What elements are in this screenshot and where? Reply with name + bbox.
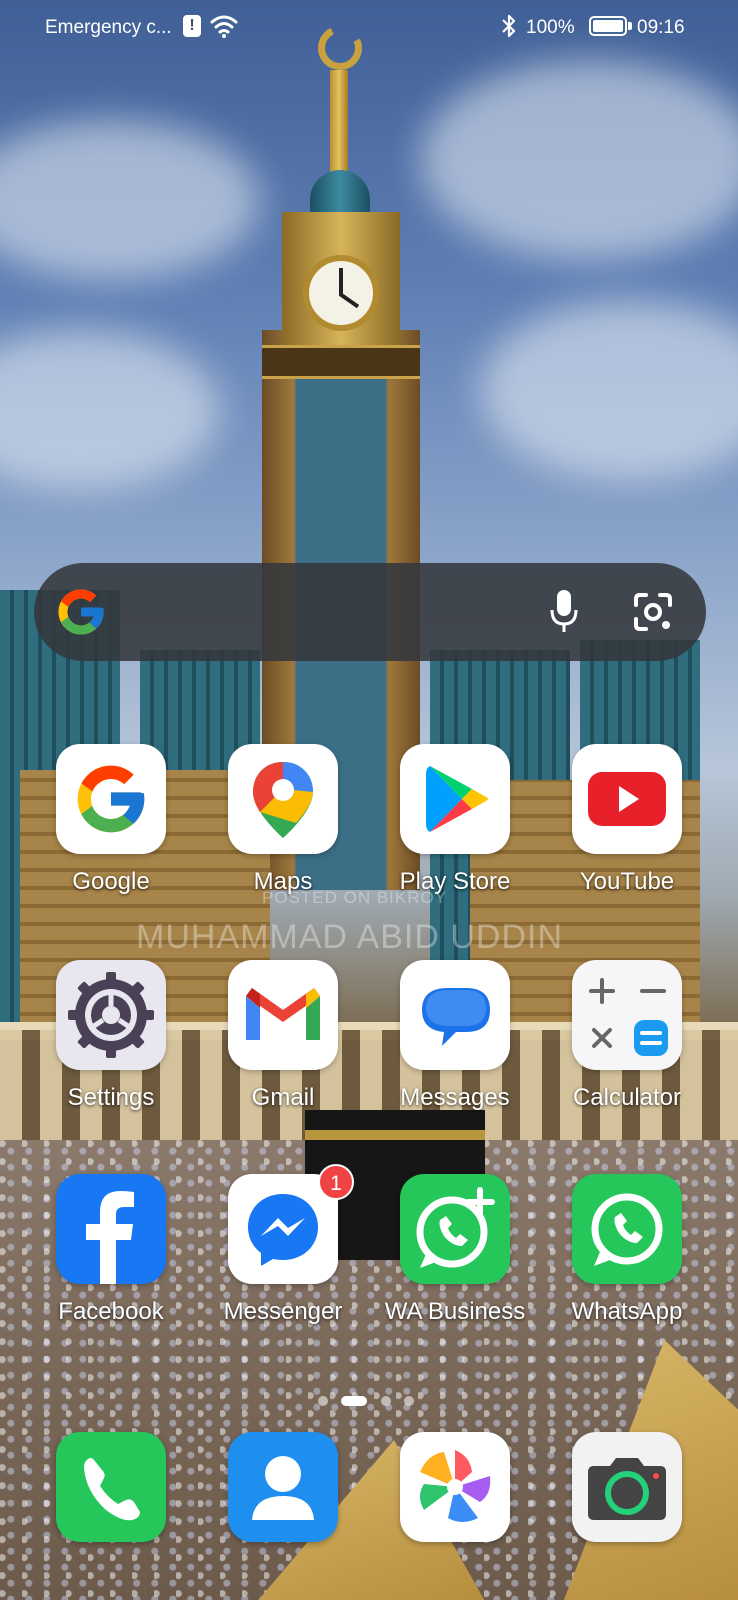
- app-messages[interactable]: Messages: [370, 960, 540, 1160]
- settings-gear-icon: [56, 960, 166, 1070]
- app-play-store[interactable]: Play Store: [370, 744, 540, 944]
- page-dot-3[interactable]: [381, 1396, 391, 1406]
- app-maps[interactable]: Maps: [198, 744, 368, 944]
- maps-pin-icon: [228, 744, 338, 854]
- app-messenger[interactable]: 1 Messenger: [198, 1164, 368, 1374]
- whatsapp-icon: [572, 1174, 682, 1284]
- play-store-icon: [400, 744, 510, 854]
- app-facebook[interactable]: Facebook: [26, 1174, 196, 1374]
- google-icon: [56, 744, 166, 854]
- app-label: Gmail: [251, 1084, 315, 1111]
- camera-icon[interactable]: [572, 1432, 682, 1542]
- gmail-icon: [228, 960, 338, 1070]
- app-google[interactable]: Google: [26, 744, 196, 944]
- app-settings[interactable]: Settings: [26, 960, 196, 1160]
- app-label: YouTube: [579, 868, 675, 895]
- app-label: Google: [72, 868, 150, 895]
- app-youtube[interactable]: YouTube: [542, 744, 712, 944]
- page-dot-4[interactable]: [404, 1396, 414, 1406]
- bluetooth-icon: [502, 14, 516, 38]
- wifi-icon: [210, 15, 238, 38]
- wa-business-icon: [400, 1174, 510, 1284]
- app-label: Facebook: [58, 1298, 164, 1325]
- messages-bubble-icon: [400, 960, 510, 1070]
- page-dot-2-active[interactable]: [341, 1396, 367, 1406]
- app-wa-business[interactable]: WA Business: [370, 1174, 540, 1374]
- gallery-icon[interactable]: [400, 1432, 510, 1542]
- app-label: Messenger: [223, 1298, 343, 1325]
- watermark-small: POSTED ON BIKROY: [262, 888, 448, 907]
- app-label: Settings: [67, 1084, 155, 1111]
- carrier-text: Emergency c...: [45, 17, 172, 38]
- app-calculator[interactable]: Calculator: [542, 960, 712, 1160]
- lens-icon[interactable]: [632, 591, 674, 633]
- app-whatsapp[interactable]: WhatsApp: [542, 1174, 712, 1374]
- app-gmail[interactable]: Gmail: [198, 960, 368, 1160]
- clock: 09:16: [637, 17, 685, 38]
- google-g-icon: [58, 589, 104, 635]
- page-dot-1[interactable]: [318, 1396, 328, 1406]
- mic-icon[interactable]: [549, 588, 579, 636]
- battery-percent: 100%: [526, 17, 575, 38]
- notification-badge: 1: [318, 1164, 354, 1200]
- app-label: Messages: [400, 1084, 510, 1111]
- calculator-icon: [572, 960, 682, 1070]
- app-label: Calculator: [572, 1084, 682, 1111]
- status-bar: Emergency c... ! 100% 09:16: [0, 0, 738, 56]
- sim-alert-icon: !: [183, 15, 201, 37]
- app-label: WhatsApp: [571, 1298, 683, 1325]
- app-label: WA Business: [384, 1298, 526, 1325]
- google-search-widget[interactable]: [34, 563, 706, 661]
- facebook-icon: [56, 1174, 166, 1284]
- battery-icon: [589, 16, 627, 36]
- watermark-large: MUHAMMAD ABID UDDIN: [136, 918, 564, 956]
- phone-icon[interactable]: [56, 1432, 166, 1542]
- youtube-icon: [572, 744, 682, 854]
- contacts-icon[interactable]: [228, 1432, 338, 1542]
